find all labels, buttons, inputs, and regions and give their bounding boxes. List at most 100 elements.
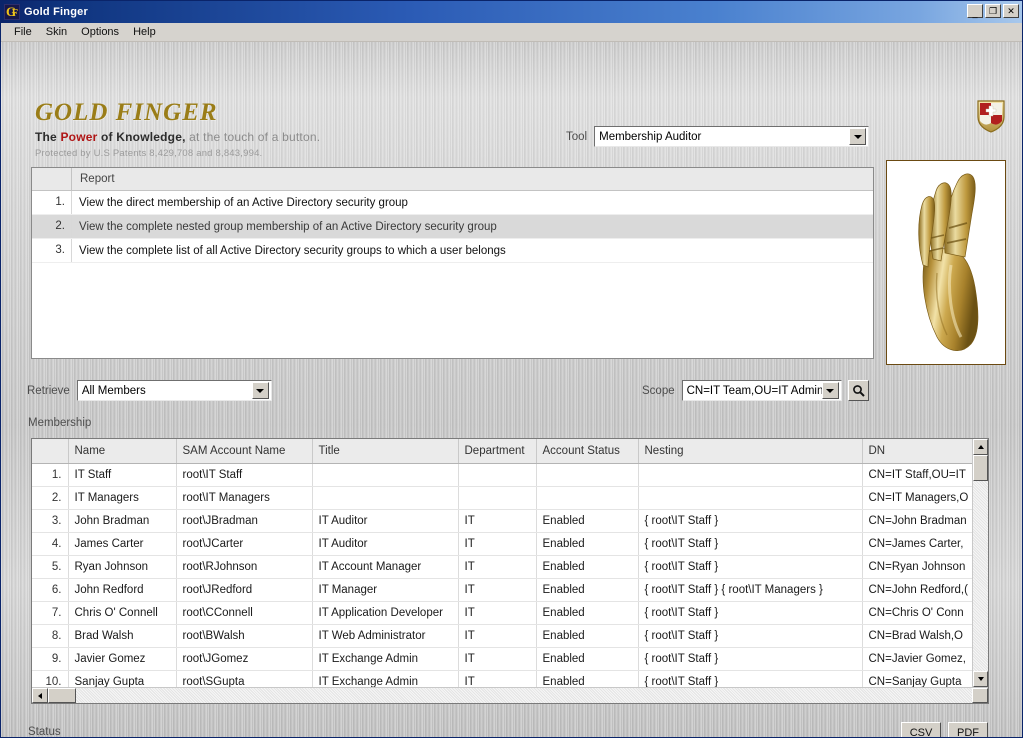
row-nesting: { root\IT Staff } — [638, 670, 863, 687]
scroll-up-button[interactable] — [973, 439, 988, 455]
row-department: IT — [458, 532, 537, 556]
row-title: IT Auditor — [312, 509, 459, 533]
tool-dropdown[interactable]: Membership Auditor — [594, 126, 870, 147]
chevron-down-icon[interactable] — [821, 382, 839, 399]
export-csv-button[interactable]: CSV — [901, 722, 941, 737]
retrieve-selector: Retrieve All Members — [27, 380, 272, 401]
tool-label: Tool — [566, 130, 588, 143]
vertical-scrollbar[interactable] — [972, 439, 988, 687]
column-header-dn[interactable]: DN — [862, 439, 972, 464]
window-controls: _ ❐ ✕ — [967, 4, 1019, 18]
table-row[interactable]: 4. James Carter root\JCarter IT Auditor IT En… — [32, 532, 972, 556]
report-row-number: 3. — [32, 239, 72, 262]
table-row[interactable]: 2. IT Managers root\IT Managers CN=IT Manag… — [32, 486, 972, 510]
column-header-status[interactable]: Account Status — [536, 439, 639, 464]
row-dn: CN=Chris O' Conn — [862, 601, 972, 625]
row-nesting: { root\IT Staff } — [638, 532, 863, 556]
row-nesting: { root\IT Staff } — [638, 647, 863, 671]
row-department: IT — [458, 555, 537, 579]
scroll-down-button[interactable] — [973, 671, 988, 687]
row-account-status — [536, 463, 639, 487]
scope-selector: Scope CN=IT Team,OU=IT Admin — [642, 380, 869, 401]
row-name: Sanjay Gupta — [68, 670, 177, 687]
vertical-scroll-thumb[interactable] — [973, 455, 988, 481]
table-row[interactable]: 7. Chris O' Connell root\CConnell IT Applic… — [32, 601, 972, 625]
export-pdf-button[interactable]: PDF — [948, 722, 988, 737]
row-sam: root\SGupta — [176, 670, 313, 687]
status-bar-label: Status — [28, 726, 61, 738]
row-index: 6. — [32, 578, 69, 602]
column-header-dept[interactable]: Department — [458, 439, 537, 464]
row-nesting: { root\IT Staff } — [638, 509, 863, 533]
horizontal-scroll-track[interactable] — [76, 688, 972, 703]
row-index: 8. — [32, 624, 69, 648]
search-button[interactable] — [847, 380, 869, 401]
column-header-index[interactable] — [32, 439, 69, 464]
row-department — [458, 463, 537, 487]
menu-item-skin[interactable]: Skin — [39, 24, 74, 40]
horizontal-scroll-thumb[interactable] — [48, 688, 76, 703]
row-sam: root\JGomez — [176, 647, 313, 671]
chevron-down-icon[interactable] — [849, 128, 867, 145]
table-row[interactable]: 9. Javier Gomez root\JGomez IT Exchange Adm… — [32, 647, 972, 671]
menu-bar: File Skin Options Help — [1, 23, 1022, 42]
column-header-name[interactable]: Name — [68, 439, 177, 464]
row-sam: root\CConnell — [176, 601, 313, 625]
close-button[interactable]: ✕ — [1003, 4, 1019, 18]
row-index: 4. — [32, 532, 69, 556]
vertical-scroll-track[interactable] — [973, 481, 988, 671]
row-title: IT Manager — [312, 578, 459, 602]
row-sam: root\JBradman — [176, 509, 313, 533]
row-index: 3. — [32, 509, 69, 533]
scroll-left-button[interactable] — [32, 688, 48, 703]
golden-hand-image — [886, 160, 1006, 365]
report-header-label: Report — [80, 173, 115, 185]
table-row[interactable]: 5. Ryan Johnson root\RJohnson IT Account Ma… — [32, 555, 972, 579]
row-dn: CN=James Carter, — [862, 532, 972, 556]
minimize-button[interactable]: _ — [967, 4, 983, 18]
report-row-text: View the complete nested group membershi… — [79, 220, 497, 233]
row-account-status: Enabled — [536, 670, 639, 687]
row-dn: CN=Sanjay Gupta — [862, 670, 972, 687]
report-row-3[interactable]: 3. View the complete list of all Active … — [32, 239, 873, 263]
row-title: IT Application Developer — [312, 601, 459, 625]
retrieve-dropdown[interactable]: All Members — [76, 380, 272, 401]
report-row-1[interactable]: 1. View the direct membership of an Acti… — [32, 191, 873, 215]
maximize-icon: ❐ — [988, 6, 998, 16]
row-sam: root\IT Managers — [176, 486, 313, 510]
column-header-sam[interactable]: SAM Account Name — [176, 439, 313, 464]
row-department: IT — [458, 647, 537, 671]
menu-item-help[interactable]: Help — [126, 24, 163, 40]
report-row-2[interactable]: 2. View the complete nested group member… — [32, 215, 873, 239]
row-dn: CN=Ryan Johnson — [862, 555, 972, 579]
table-row[interactable]: 6. John Redford root\JRedford IT Manager IT E… — [32, 578, 972, 602]
tagline-pre: The — [35, 130, 61, 144]
scope-dropdown[interactable]: CN=IT Team,OU=IT Admin — [681, 380, 842, 401]
membership-grid: Name SAM Account Name Title Department A… — [31, 438, 989, 704]
report-row-text: View the complete list of all Active Dir… — [79, 244, 506, 257]
maximize-button[interactable]: ❐ — [985, 4, 1001, 18]
menu-item-file[interactable]: File — [7, 24, 39, 40]
table-row[interactable]: 3. John Bradman root\JBradman IT Auditor IT E… — [32, 509, 972, 533]
row-title: IT Auditor — [312, 532, 459, 556]
table-row[interactable]: 1. IT Staff root\IT Staff CN=IT Staff,OU=IT — [32, 463, 972, 487]
column-header-title[interactable]: Title — [312, 439, 459, 464]
horizontal-scrollbar[interactable] — [32, 687, 988, 703]
row-dn: CN=Brad Walsh,O — [862, 624, 972, 648]
minimize-icon: _ — [972, 8, 978, 18]
report-header-row: Report — [32, 168, 873, 191]
row-name: John Bradman — [68, 509, 177, 533]
column-header-nesting[interactable]: Nesting — [638, 439, 863, 464]
row-index: 7. — [32, 601, 69, 625]
table-row[interactable]: 8. Brad Walsh root\BWalsh IT Web Administra… — [32, 624, 972, 648]
row-account-status: Enabled — [536, 555, 639, 579]
row-name: Brad Walsh — [68, 624, 177, 648]
row-department: IT — [458, 509, 537, 533]
table-row[interactable]: 10. Sanjay Gupta root\SGupta IT Exchange Ad… — [32, 670, 972, 687]
menu-item-options[interactable]: Options — [74, 24, 126, 40]
membership-label: Membership — [28, 417, 92, 429]
chevron-down-icon[interactable] — [251, 382, 269, 399]
row-nesting: { root\IT Staff } { root\IT Managers } — [638, 578, 863, 602]
row-sam: root\JCarter — [176, 532, 313, 556]
row-title: IT Web Administrator — [312, 624, 459, 648]
